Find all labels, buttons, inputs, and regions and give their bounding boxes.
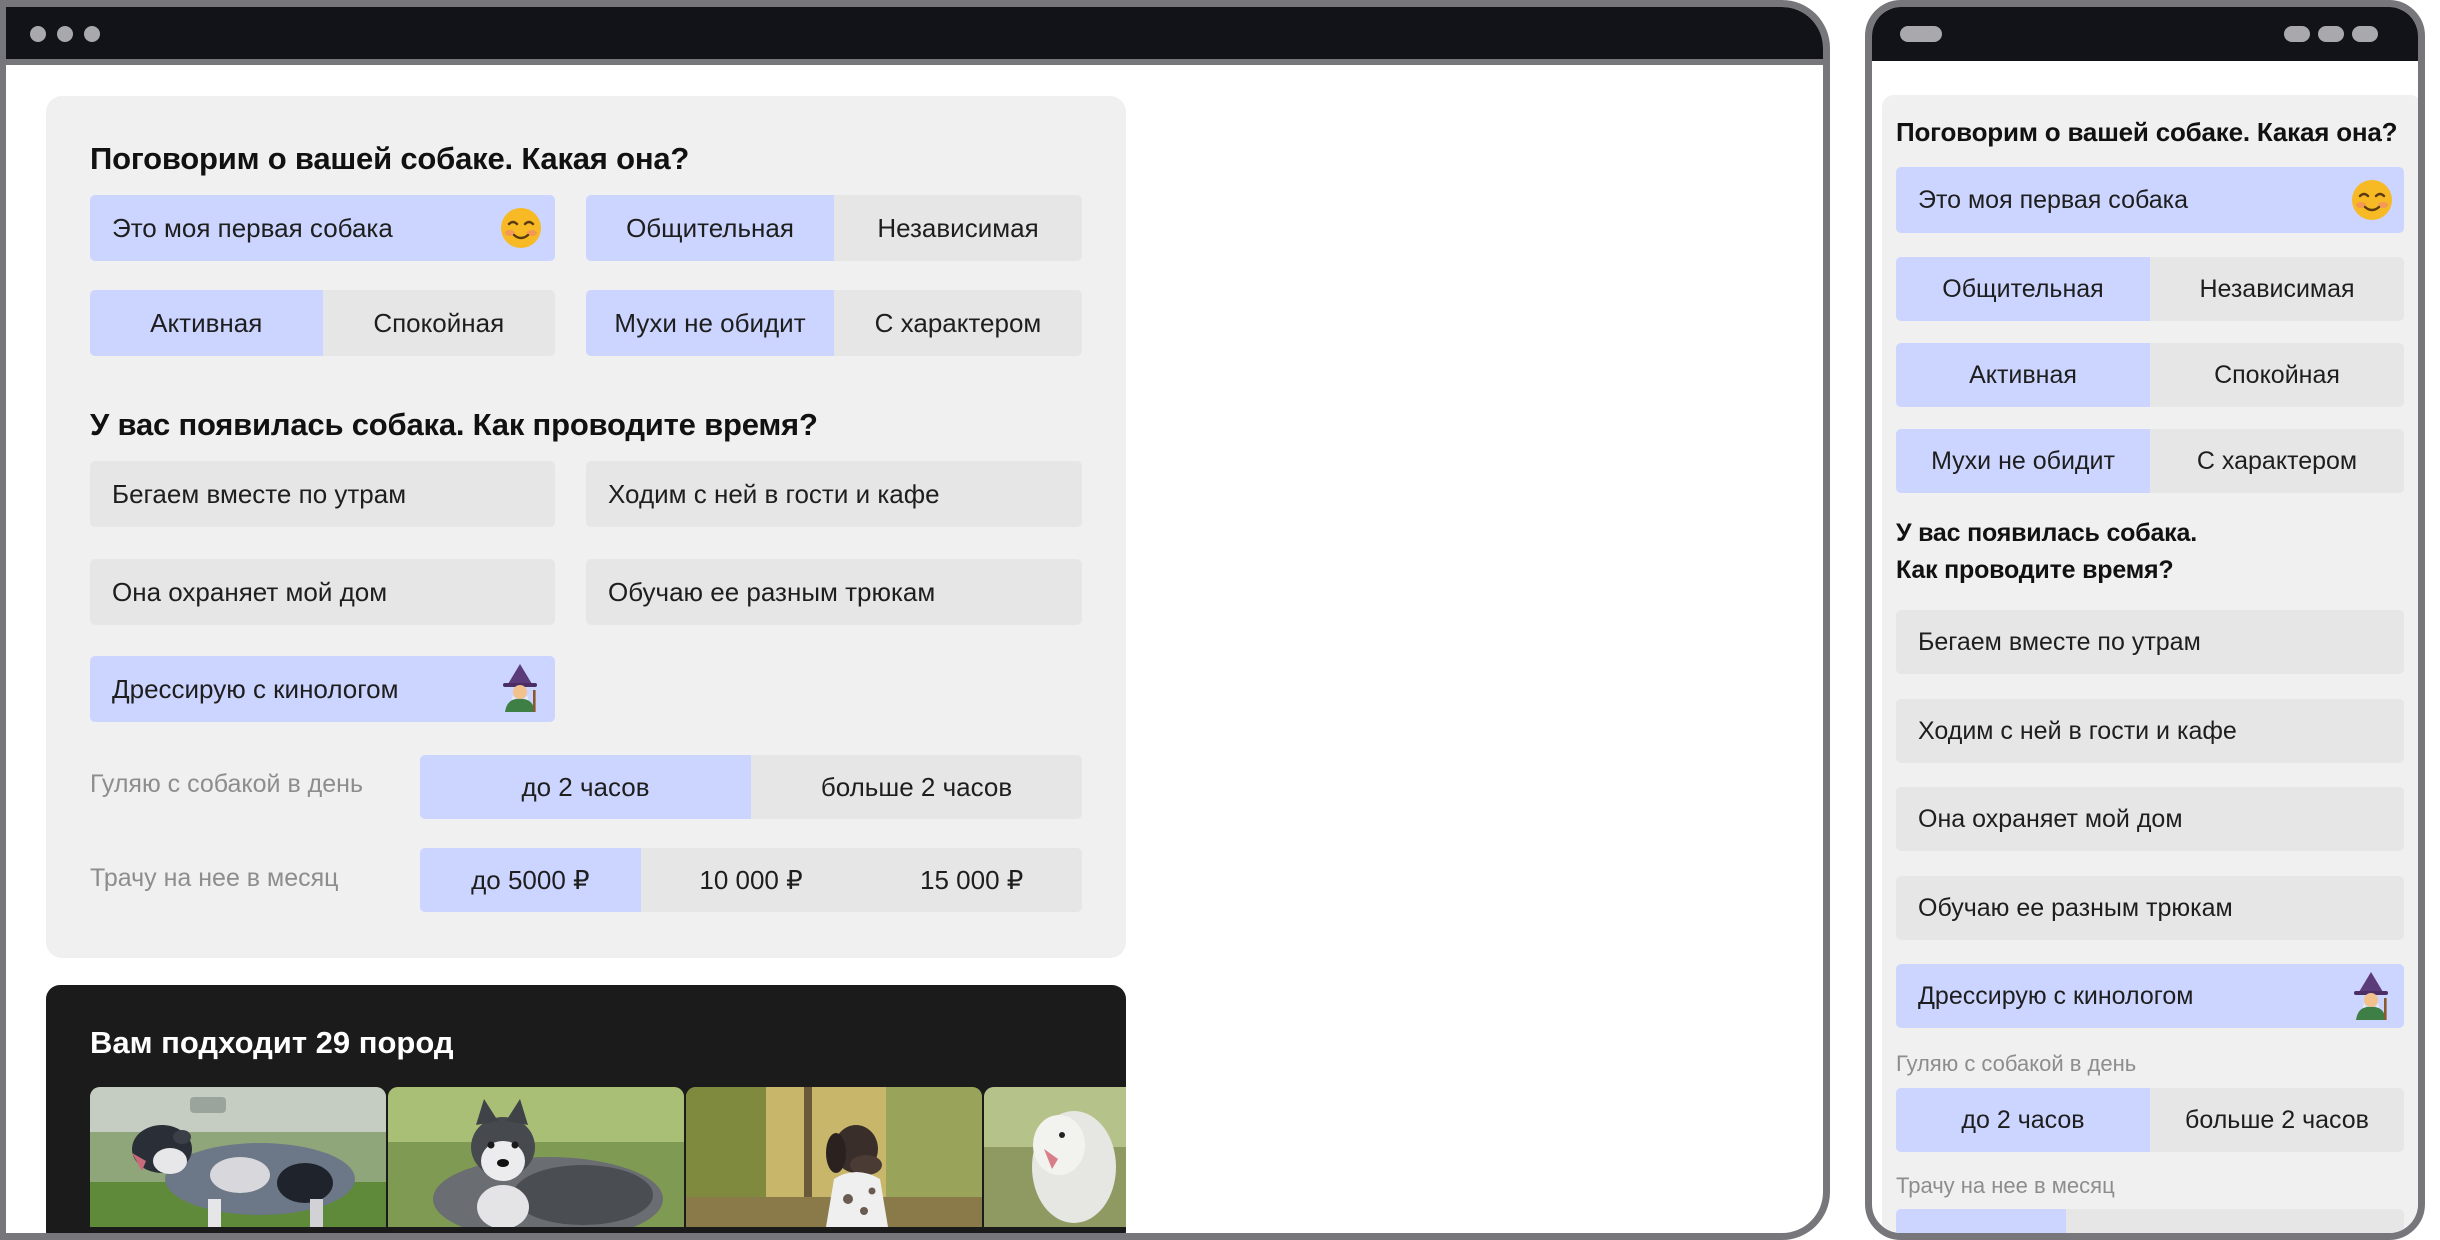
activity-chip[interactable]: Она охраняет мой дом	[1896, 787, 2404, 851]
quiz-panel: Поговорим о вашей собаке. Какая она? Это…	[46, 96, 1126, 958]
status-pill-icon	[2318, 26, 2344, 42]
option-spend-10000[interactable]: 10 000 ₽	[641, 848, 862, 912]
option-spend-5000[interactable]: до 5000 ₽	[420, 848, 641, 912]
option-with-character[interactable]: С характером	[2150, 429, 2404, 493]
trainer-chip[interactable]: Дрессирую с кинологом	[90, 656, 555, 722]
mobile-walk-duration-toggle: до 2 часов больше 2 часов	[1896, 1088, 2404, 1152]
topbar-divider	[6, 59, 1823, 65]
smiling-face-icon	[2352, 180, 2392, 220]
malamute-photo[interactable]	[388, 1087, 684, 1227]
pointer-photo[interactable]	[686, 1087, 982, 1227]
first-dog-chip[interactable]: Это моя первая собака	[90, 195, 555, 261]
option-walk-over-2h[interactable]: больше 2 часов	[751, 755, 1082, 819]
results-title: Вам подходит 29 пород	[90, 1025, 454, 1060]
mobile-temper-toggle: Мухи не обидит С характером	[1896, 429, 2404, 493]
mobile-question-2-title-line2: Как проводите время?	[1896, 556, 2174, 584]
monthly-spend-toggle: до 5000 ₽ 10 000 ₽ 15 000 ₽	[420, 848, 1082, 912]
activity-chip[interactable]: Ходим с ней в гости и кафе	[586, 461, 1082, 527]
mobile-trainer-chip[interactable]: Дрессирую с кинологом	[1896, 964, 2404, 1028]
australian-shepherd-photo[interactable]	[90, 1087, 386, 1227]
walk-duration-toggle: до 2 часов больше 2 часов	[420, 755, 1082, 819]
mobile-question-1-title: Поговорим о вашей собаке. Какая она?	[1896, 117, 2398, 147]
option-walk-under-2h[interactable]: до 2 часов	[1896, 1088, 2150, 1152]
window-dot-icon	[84, 26, 100, 42]
desktop-browser-frame: Поговорим о вашей собаке. Какая она? Это…	[0, 0, 1830, 1240]
mobile-activity-level-toggle: Активная Спокойная	[1896, 343, 2404, 407]
option-gentle[interactable]: Мухи не обидит	[586, 290, 834, 356]
mobile-question-2-title-line1: У вас появилась собака.	[1896, 519, 2197, 547]
option-active[interactable]: Активная	[90, 290, 323, 356]
window-dot-icon	[30, 26, 46, 42]
mobile-walk-label: Гуляю с собакой в день	[1896, 1051, 2137, 1076]
mobile-monthly-spend-toggle	[1896, 1209, 2404, 1233]
spend-label: Трачу на нее в месяц	[90, 864, 339, 892]
question-2-title: У вас появилась собака. Как проводите вр…	[90, 407, 818, 442]
option-calm[interactable]: Спокойная	[323, 290, 556, 356]
smiling-face-icon	[501, 208, 541, 248]
wizard-icon	[503, 664, 537, 712]
temper-toggle: Мухи не обидит С характером	[586, 290, 1082, 356]
status-pill-icon	[2352, 26, 2378, 42]
activity-chip[interactable]: Бегаем вместе по утрам	[1896, 610, 2404, 674]
wizard-icon	[2354, 972, 2388, 1020]
option-sociable[interactable]: Общительная	[586, 195, 834, 261]
option-with-character[interactable]: С характером	[834, 290, 1082, 356]
option-walk-under-2h[interactable]: до 2 часов	[420, 755, 751, 819]
trainer-label: Дрессирую с кинологом	[1918, 981, 2194, 1010]
status-pill-icon	[1900, 26, 1942, 42]
option-spend-other-partial[interactable]	[2066, 1209, 2404, 1233]
option-independent[interactable]: Независимая	[834, 195, 1082, 261]
activity-chip[interactable]: Ходим с ней в гости и кафе	[1896, 699, 2404, 763]
option-gentle[interactable]: Мухи не обидит	[1896, 429, 2150, 493]
status-pill-icon	[2284, 26, 2310, 42]
activity-chip[interactable]: Обучаю ее разным трюкам	[1896, 876, 2404, 940]
trainer-label: Дрессирую с кинологом	[112, 673, 399, 704]
option-sociable[interactable]: Общительная	[1896, 257, 2150, 321]
activity-chip[interactable]: Обучаю ее разным трюкам	[586, 559, 1082, 625]
question-1-title: Поговорим о вашей собаке. Какая она?	[90, 141, 690, 176]
mobile-device-frame: Поговорим о вашей собаке. Какая она? Это…	[1865, 0, 2425, 1240]
option-active[interactable]: Активная	[1896, 343, 2150, 407]
option-walk-over-2h[interactable]: больше 2 часов	[2150, 1088, 2404, 1152]
option-calm[interactable]: Спокойная	[2150, 343, 2404, 407]
option-spend-15000[interactable]: 15 000 ₽	[861, 848, 1082, 912]
mobile-spend-label: Трачу на нее в месяц	[1896, 1173, 2115, 1198]
walk-label: Гуляю с собакой в день	[90, 770, 363, 798]
activity-chip[interactable]: Она охраняет мой дом	[90, 559, 555, 625]
breed-results: Вам подходит 29 пород	[46, 985, 1126, 1233]
first-dog-label: Это моя первая собака	[1918, 185, 2189, 214]
mobile-topbar	[1872, 7, 2418, 61]
mobile-sociability-toggle: Общительная Независимая	[1896, 257, 2404, 321]
activity-level-toggle: Активная Спокойная	[90, 290, 555, 356]
bedlington-terrier-photo[interactable]	[984, 1087, 1126, 1227]
first-dog-label: Это моя первая собака	[112, 212, 393, 243]
sociability-toggle: Общительная Независимая	[586, 195, 1082, 261]
window-dot-icon	[57, 26, 73, 42]
option-independent[interactable]: Независимая	[2150, 257, 2404, 321]
mobile-first-dog-chip[interactable]: Это моя первая собака	[1896, 167, 2404, 233]
mobile-quiz-panel: Поговорим о вашей собаке. Какая она? Это…	[1882, 95, 2418, 1233]
browser-topbar	[6, 7, 1823, 59]
option-spend-5000-partial[interactable]	[1896, 1209, 2066, 1233]
activity-chip[interactable]: Бегаем вместе по утрам	[90, 461, 555, 527]
